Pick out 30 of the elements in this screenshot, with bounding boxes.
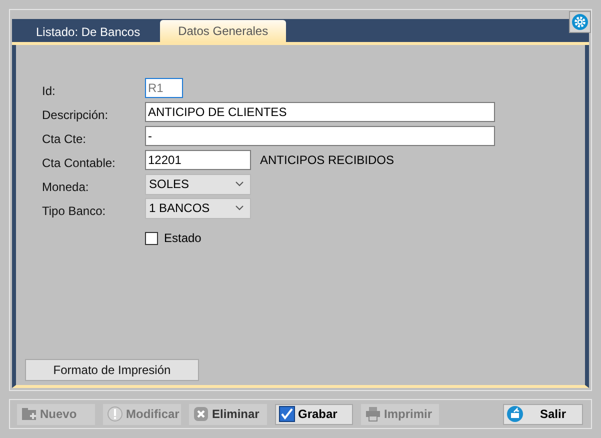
field-label: Tipo Banco:: [42, 203, 107, 218]
field-label: Cta Cte:: [42, 131, 88, 146]
exclamation-icon: [107, 406, 123, 422]
toolbar-button[interactable]: Grabar: [275, 404, 353, 424]
field-label: Id:: [42, 83, 56, 98]
field-label: Descripción:: [42, 107, 110, 122]
print-format-button[interactable]: Formato de Impresión: [25, 359, 199, 381]
printer-icon: [365, 406, 381, 422]
settings-button[interactable]: [569, 11, 591, 33]
account-name: ANTICIPOS RECIBIDOS: [260, 153, 394, 167]
chevron-down-icon: [235, 181, 244, 187]
input-field[interactable]: ANTICIPO DE CLIENTES: [145, 102, 495, 122]
field-label: Cta Contable:: [42, 155, 116, 170]
input-field[interactable]: 12201: [145, 150, 251, 170]
dropdown[interactable]: SOLES: [145, 174, 251, 194]
tab[interactable]: Listado: De Bancos: [16, 22, 154, 42]
checkbox[interactable]: [145, 232, 158, 244]
input-field[interactable]: R1: [145, 78, 183, 98]
chevron-down-icon: [235, 205, 244, 211]
input-field[interactable]: -: [145, 126, 495, 146]
checkbox-label: Estado: [164, 231, 202, 245]
close-icon: [193, 406, 209, 422]
tab[interactable]: Datos Generales: [160, 20, 286, 42]
dropdown[interactable]: 1 BANCOS: [145, 198, 251, 218]
toolbar-button[interactable]: Salir: [503, 404, 583, 424]
toolbar-button[interactable]: Eliminar: [189, 404, 267, 424]
settings-icon: [572, 14, 588, 30]
checkmark-icon: [279, 406, 295, 422]
field-label: Moneda:: [42, 179, 90, 194]
folder-plus-icon: [21, 406, 37, 422]
